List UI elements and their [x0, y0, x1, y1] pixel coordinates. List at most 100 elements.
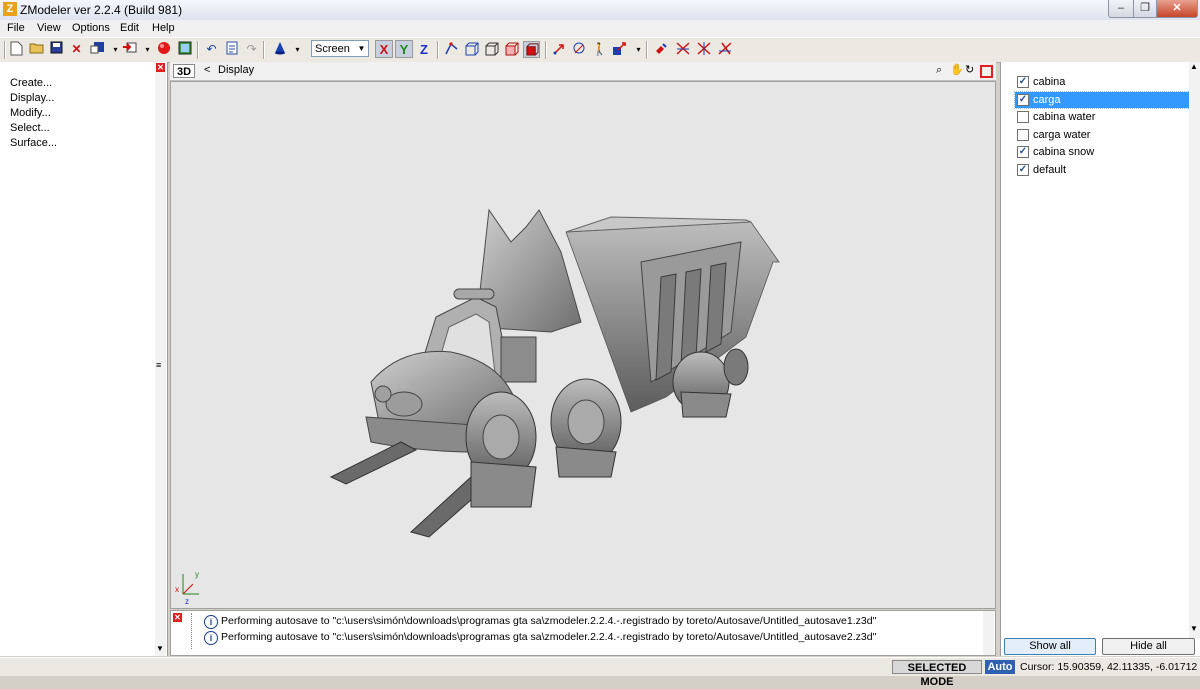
delete-icon[interactable]: ✕ [68, 41, 85, 58]
object-row[interactable]: carga water [1015, 127, 1196, 143]
orbit-icon[interactable]: ↻ [965, 63, 974, 76]
render-sphere-icon[interactable] [155, 41, 172, 58]
show-all-button[interactable]: Show all [1004, 638, 1096, 655]
menu-view[interactable]: View [37, 22, 61, 34]
viewport-header: 3D < Display ⌕ ✋ ↻ [170, 62, 996, 81]
command-surface[interactable]: Surface... [10, 137, 57, 149]
command-display[interactable]: Display... [10, 92, 54, 104]
select-all-mode-icon[interactable] [523, 41, 540, 58]
object-list-scrollbar[interactable]: ▲ ▼ [1189, 62, 1200, 638]
title-bar: Z ZModeler ver 2.2.4 (Build 981) – ❐ ✕ [0, 0, 1200, 21]
menu-edit[interactable]: Edit [120, 22, 139, 34]
undo-icon[interactable]: ↶ [203, 41, 220, 58]
status-bar: SELECTED MODE Auto Cursor: 15.90359, 42.… [0, 657, 1200, 688]
object-row[interactable]: cabina water [1015, 109, 1196, 125]
scroll-down-icon[interactable]: ▼ [156, 644, 164, 653]
material-dropdown-icon[interactable]: ▾ [289, 41, 306, 58]
toolbar-grip [4, 41, 6, 59]
svg-text:y: y [195, 570, 199, 579]
visibility-checkbox[interactable]: ✓ [1017, 164, 1029, 176]
chevron-down-icon: ▼ [357, 44, 366, 53]
menu-bar: File View Options Edit Help [0, 20, 1200, 37]
viewport-3d[interactable]: y x z [170, 81, 996, 609]
object-row[interactable]: ✓ carga [1014, 90, 1197, 109]
restore-icon: ❐ [1140, 2, 1150, 14]
svg-text:x: x [175, 585, 179, 594]
view-mode-button[interactable]: 3D [173, 64, 195, 78]
visibility-checkbox[interactable]: ✓ [1017, 146, 1029, 159]
object-name: carga [1033, 93, 1061, 106]
pan-hand-icon[interactable]: ✋ [950, 63, 964, 76]
close-button[interactable]: ✕ [1156, 0, 1198, 18]
menu-options[interactable]: Options [72, 22, 110, 34]
rotate-tool-icon[interactable] [571, 41, 588, 58]
minimize-icon: – [1117, 2, 1125, 14]
hide-all-button[interactable]: Hide all [1102, 638, 1195, 655]
close-log-icon[interactable]: ✕ [173, 613, 182, 622]
axis-tool-y-icon[interactable] [695, 41, 712, 58]
export-dropdown-icon[interactable]: ▾ [139, 41, 156, 58]
auto-mode-badge[interactable]: Auto [985, 660, 1015, 674]
material-cone-icon[interactable] [271, 41, 288, 58]
object-row[interactable]: ✓ cabina snow [1015, 144, 1196, 160]
log-scrollbar[interactable] [983, 611, 994, 655]
log-tree-line [191, 613, 200, 649]
export-icon[interactable] [121, 41, 138, 58]
select-vertex-icon[interactable] [443, 41, 460, 58]
toolbar-separator [545, 41, 547, 59]
new-file-icon[interactable] [8, 41, 25, 58]
toolbar-separator [263, 41, 265, 59]
selection-mode-indicator: SELECTED MODE [892, 660, 982, 688]
menu-file[interactable]: File [7, 22, 25, 34]
clipboard-icon[interactable] [223, 41, 240, 58]
open-folder-icon[interactable] [28, 41, 45, 58]
svg-text:z: z [185, 597, 189, 606]
restore-button[interactable]: ❐ [1133, 0, 1157, 18]
axis-tool-x-icon[interactable] [674, 41, 691, 58]
axis-tool-z-icon[interactable] [716, 41, 733, 58]
toolbar-separator [646, 41, 648, 59]
toolbar: ✕ ▾ ▾ ↶ ↷ ▾ Screen ▼ X Y Z 🚶 ▾ [0, 37, 1200, 63]
redo-icon[interactable]: ↷ [243, 41, 260, 58]
move-tool-icon[interactable] [551, 41, 568, 58]
toolbar-separator [437, 41, 439, 59]
visibility-checkbox[interactable]: ✓ [1017, 93, 1029, 106]
visibility-checkbox[interactable] [1017, 128, 1029, 141]
select-object-icon[interactable] [483, 41, 500, 58]
save-icon[interactable] [48, 41, 65, 58]
viewport-breadcrumb: Display [218, 64, 255, 76]
back-icon[interactable]: < [204, 64, 210, 76]
import-icon[interactable] [89, 41, 106, 58]
object-row[interactable]: ✓ cabina [1015, 74, 1196, 90]
close-panel-icon[interactable]: ✕ [156, 63, 165, 72]
select-face-icon[interactable] [463, 41, 480, 58]
menu-help[interactable]: Help [152, 22, 175, 34]
command-create[interactable]: Create... [10, 77, 52, 89]
scroll-up-icon[interactable]: ▲ [1190, 62, 1198, 71]
panel-scrollbar[interactable]: ≡ ▼ [155, 72, 166, 656]
command-select[interactable]: Select... [10, 122, 50, 134]
toolbar-separator [197, 41, 199, 59]
figure-tool-icon[interactable]: 🚶 [591, 41, 608, 58]
object-name: cabina [1033, 76, 1066, 88]
scroll-grip-icon: ≡ [156, 360, 162, 370]
command-modify[interactable]: Modify... [10, 107, 51, 119]
scroll-down-icon[interactable]: ▼ [1190, 624, 1198, 633]
texture-icon[interactable] [176, 41, 193, 58]
axis-z-toggle[interactable]: Z [415, 40, 433, 58]
window-title: ZModeler ver 2.2.4 (Build 981) [20, 3, 183, 17]
coord-system-select[interactable]: Screen ▼ [311, 40, 369, 57]
axis-y-toggle[interactable]: Y [395, 40, 413, 58]
scale-dropdown-icon[interactable]: ▾ [630, 41, 647, 58]
scale-tool-icon[interactable] [611, 41, 628, 58]
object-row[interactable]: ✓ default [1015, 162, 1196, 178]
minimize-button[interactable]: – [1108, 0, 1134, 18]
axis-x-toggle[interactable]: X [375, 40, 393, 58]
select-group-icon[interactable] [503, 41, 520, 58]
object-name: carga water [1033, 128, 1091, 141]
visibility-checkbox[interactable] [1017, 111, 1029, 124]
visibility-checkbox[interactable]: ✓ [1017, 76, 1029, 88]
link-tool-icon[interactable] [653, 41, 670, 58]
maximize-viewport-icon[interactable] [980, 65, 993, 78]
zoom-icon[interactable]: ⌕ [936, 64, 942, 77]
